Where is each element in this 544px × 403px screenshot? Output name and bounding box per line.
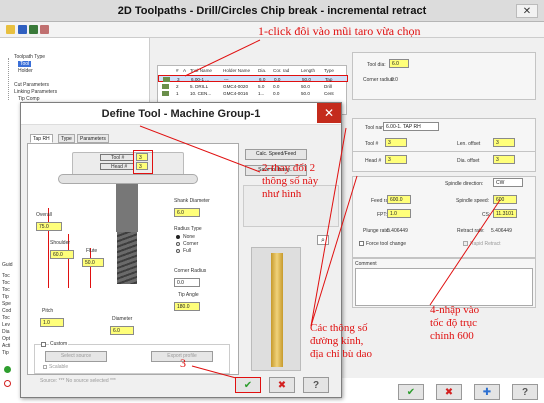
arrow-4 [429,199,501,306]
annotation-step3: 3 [180,356,186,370]
annotation-step4-line2: tốc độ trục [430,317,478,329]
annotation-step4: 4-nhập vào tốc độ trục chính 600 [430,304,479,343]
annotation-step4-line1: 4-nhập vào [430,304,480,316]
annotation-step2: 2-thay đổi 2 thông số này như hình [262,162,318,201]
annotation-step2-line3: như hình [262,188,302,200]
annotation-parameters-line1: Các thông số [310,322,368,334]
annotation-step2-line2: thông số này [262,175,319,187]
annotation-step1: 1-click đôi vào mũi taro vừa chọn [258,24,421,38]
arrow-1 [184,39,261,77]
annotation-parameters: Các thông số đường kính, địa chỉ bù dao [310,322,372,361]
annotation-step2-line1: 2-thay đổi 2 [262,162,316,174]
arrow-3 [191,365,237,379]
annotation-parameters-line2: đường kính, [310,335,364,347]
arrow-5a [310,127,347,327]
annotation-step4-line3: chính 600 [430,330,474,342]
arrow-2 [139,125,261,173]
annotation-parameters-line3: địa chỉ bù dao [310,348,373,360]
